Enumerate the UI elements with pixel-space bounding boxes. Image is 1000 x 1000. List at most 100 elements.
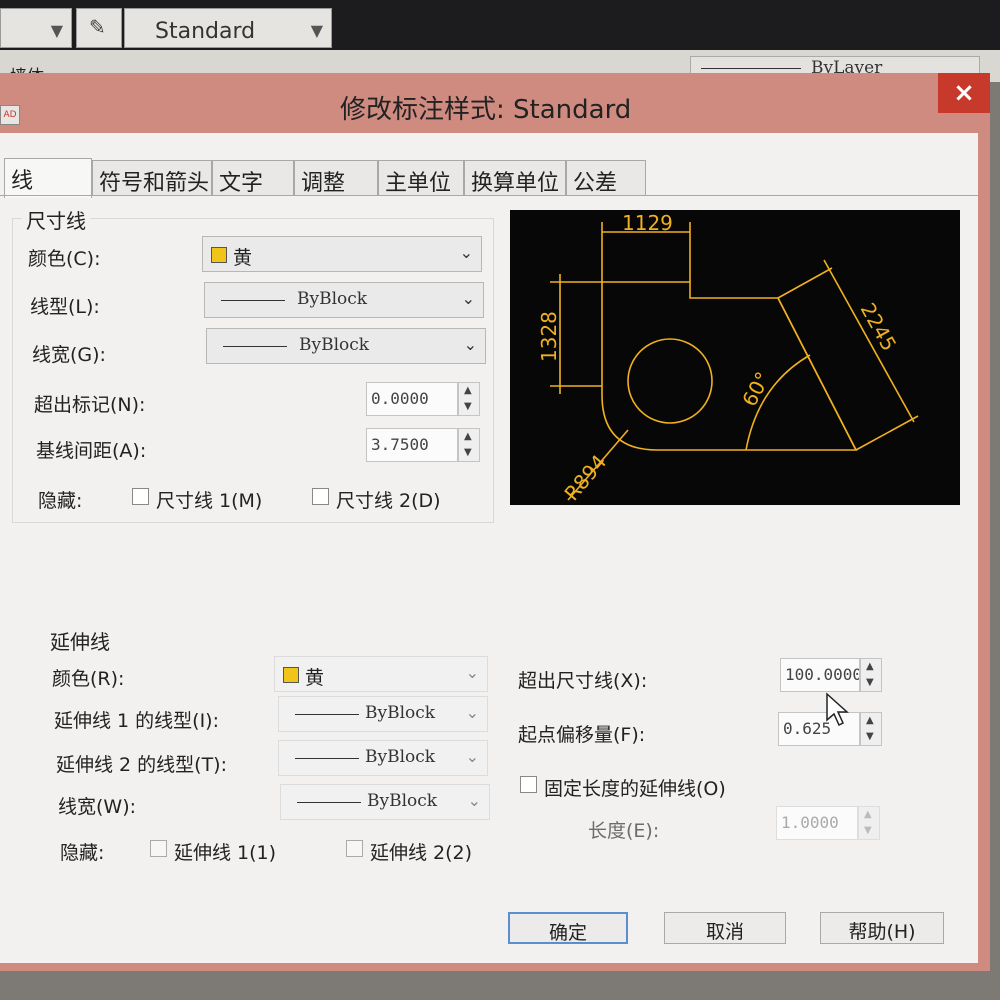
down-arrow-icon[interactable]: ▼	[866, 677, 874, 688]
dim-color-select[interactable]: 黄 ⌄	[202, 236, 482, 272]
extend-beyond-input[interactable]: 100.0000	[780, 658, 860, 692]
down-arrow-icon[interactable]: ▼	[464, 447, 472, 458]
dim-lineweight-label: 线宽(G):	[32, 344, 106, 366]
spin-buttons[interactable]: ▲ ▼	[860, 658, 882, 692]
chevron-down-icon: ⌄	[459, 243, 473, 262]
up-arrow-icon[interactable]: ▲	[866, 715, 874, 726]
ext-color-select[interactable]: 黄 ⌄	[274, 656, 488, 692]
cancel-button[interactable]: 取消	[664, 912, 786, 944]
tab-label: 文字	[219, 171, 264, 196]
baseline-spacing-input[interactable]: 3.7500	[366, 428, 458, 462]
ext-suppress-label: 隐藏:	[60, 842, 105, 864]
chevron-down-icon: ⌄	[465, 747, 479, 766]
suppress-dim-line-2-checkbox[interactable]	[312, 488, 329, 505]
part-outline	[601, 281, 858, 451]
line-sample	[295, 714, 359, 715]
ext-linetype2-select[interactable]: ByBlock ⌄	[278, 740, 488, 776]
dim-text-angle: 60°	[737, 368, 775, 411]
ext-linetype2-value: ByBlock	[365, 747, 436, 767]
extend-ticks-spinner[interactable]: 0.0000 ▲ ▼	[366, 382, 486, 416]
dim-linetype-value: ByBlock	[297, 289, 368, 309]
dim-color-value: 黄	[233, 247, 253, 269]
ok-button[interactable]: 确定	[508, 912, 628, 944]
dimension-lines-title: 尺寸线	[22, 205, 90, 234]
toolbar-dropdown-left[interactable]: ▼	[0, 8, 72, 48]
up-arrow-icon[interactable]: ▲	[864, 809, 872, 820]
extend-ticks-input[interactable]: 0.0000	[366, 382, 458, 416]
tab-label: 调整	[301, 171, 346, 196]
suppress-ext-line-1-label[interactable]: 延伸线 1(1)	[174, 838, 276, 865]
tab-alternate-units[interactable]: 换算单位	[464, 160, 566, 196]
offset-label: 起点偏移量(F):	[518, 724, 646, 746]
chevron-down-icon: ⌄	[465, 703, 479, 722]
chevron-down-icon: ▼	[50, 21, 63, 40]
ext-color-label: 颜色(R):	[52, 668, 125, 690]
ext-lineweight-label: 线宽(W):	[58, 796, 137, 818]
dimension-preview: 1129 1328 2245 60° R894	[510, 210, 960, 505]
down-arrow-icon[interactable]: ▼	[464, 401, 472, 412]
chevron-down-icon: ⌄	[463, 335, 477, 354]
ext-linetype1-select[interactable]: ByBlock ⌄	[278, 696, 488, 732]
extension-lines-title: 延伸线	[50, 630, 110, 654]
tab-label: 符号和箭头	[99, 171, 210, 196]
up-arrow-icon[interactable]: ▲	[866, 661, 874, 672]
up-arrow-icon[interactable]: ▲	[464, 385, 472, 396]
spin-buttons[interactable]: ▲ ▼	[860, 712, 882, 746]
color-swatch	[283, 667, 299, 683]
length-spinner[interactable]: 1.0000 ▲ ▼	[776, 806, 880, 840]
suppress-ext-line-2-checkbox[interactable]	[346, 840, 363, 857]
down-arrow-icon[interactable]: ▼	[866, 731, 874, 742]
suppress-dim-line-1-label[interactable]: 尺寸线 1(M)	[156, 486, 262, 513]
right-ext-top	[777, 267, 833, 299]
ext-lineweight-select[interactable]: ByBlock ⌄	[280, 784, 490, 820]
dim-text-left: 1328	[537, 311, 561, 362]
spin-buttons[interactable]: ▲ ▼	[858, 806, 880, 840]
chevron-down-icon: ⌄	[467, 791, 481, 810]
fixed-length-label[interactable]: 固定长度的延伸线(O)	[544, 774, 726, 801]
spin-buttons[interactable]: ▲ ▼	[458, 382, 480, 416]
length-input[interactable]: 1.0000	[776, 806, 858, 840]
dim-lineweight-select[interactable]: ByBlock ⌄	[206, 328, 486, 364]
tab-symbols-arrows[interactable]: 符号和箭头	[92, 160, 212, 196]
dialog-title: 修改标注样式: Standard	[340, 95, 632, 125]
ext-linetype1-value: ByBlock	[365, 703, 436, 723]
extend-beyond-spinner[interactable]: 100.0000 ▲ ▼	[780, 658, 884, 692]
dim-linetype-select[interactable]: ByBlock ⌄	[204, 282, 484, 318]
dim-lineweight-value: ByBlock	[299, 335, 370, 355]
dim-suppress-label: 隐藏:	[38, 490, 83, 512]
ext-linetype1-label: 延伸线 1 的线型(I):	[54, 710, 219, 732]
mouse-cursor-icon	[826, 692, 849, 727]
tab-label: 换算单位	[471, 171, 560, 196]
dim-linetype-label: 线型(L):	[30, 296, 100, 318]
color-swatch	[211, 247, 227, 263]
up-arrow-icon[interactable]: ▲	[464, 431, 472, 442]
tab-primary-units[interactable]: 主单位	[378, 160, 464, 196]
suppress-ext-line-2-label[interactable]: 延伸线 2(2)	[370, 838, 472, 865]
fixed-length-checkbox[interactable]	[520, 776, 537, 793]
spin-buttons[interactable]: ▲ ▼	[458, 428, 480, 462]
dialog-titlebar[interactable]: AD 修改标注样式: Standard ×	[0, 73, 990, 135]
help-button[interactable]: 帮助(H)	[820, 912, 944, 944]
chevron-down-icon: ▼	[310, 21, 323, 40]
tab-tolerances[interactable]: 公差	[566, 160, 646, 196]
tab-label: 线	[11, 169, 34, 194]
chevron-down-icon: ⌄	[465, 663, 479, 682]
suppress-dim-line-1-checkbox[interactable]	[132, 488, 149, 505]
close-button[interactable]: ×	[938, 73, 990, 113]
part-hole	[627, 338, 713, 424]
dimension-style-combo[interactable]: Standard ▼	[124, 8, 332, 48]
cad-toolbar-area: ▼ ✎ Standard ▼ 墙体 ByLayer	[0, 0, 1000, 87]
dimension-style-value: Standard	[155, 19, 256, 44]
down-arrow-icon[interactable]: ▼	[864, 825, 872, 836]
tab-lines[interactable]: 线	[4, 158, 92, 198]
tab-label: 主单位	[385, 171, 452, 196]
tab-fit[interactable]: 调整	[294, 160, 378, 196]
preview-drawing: 1129 1328 2245 60° R894	[537, 211, 919, 505]
baseline-spacing-label: 基线间距(A):	[36, 440, 147, 462]
suppress-ext-line-1-checkbox[interactable]	[150, 840, 167, 857]
brush-icon: ✎	[89, 15, 106, 39]
tab-text[interactable]: 文字	[212, 160, 294, 196]
baseline-spacing-spinner[interactable]: 3.7500 ▲ ▼	[366, 428, 486, 462]
suppress-dim-line-2-label[interactable]: 尺寸线 2(D)	[336, 486, 441, 513]
dimension-style-icon-button[interactable]: ✎	[76, 8, 122, 48]
